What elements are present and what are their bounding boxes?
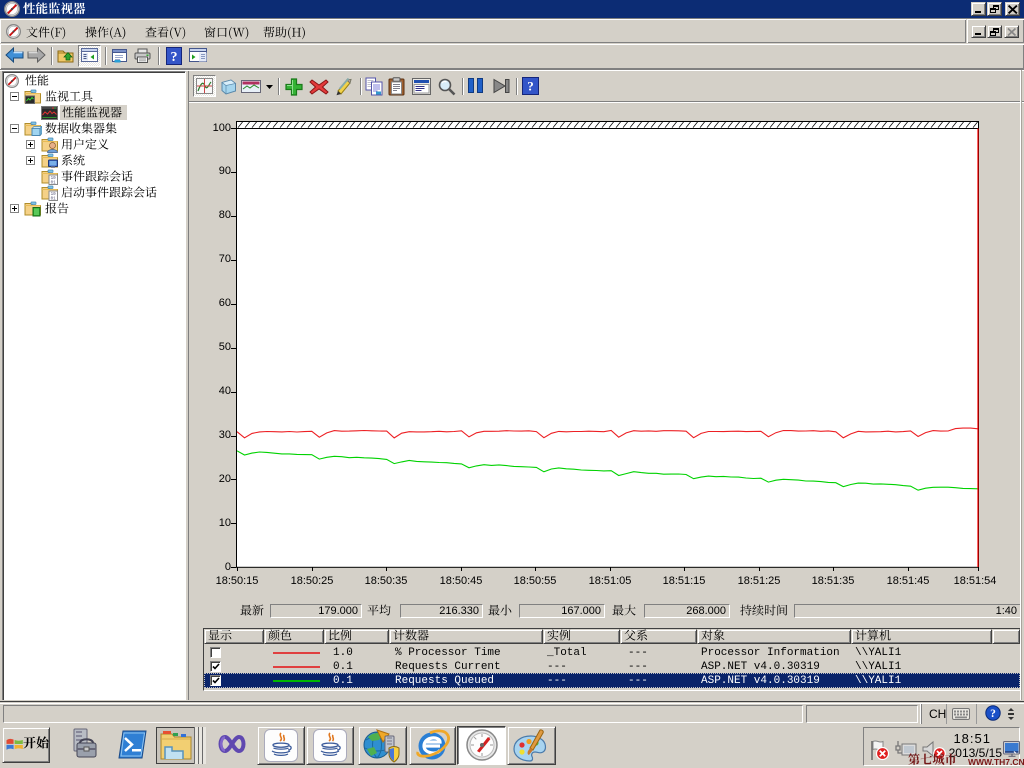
svg-text:?: ? <box>990 708 996 720</box>
svg-text:?: ? <box>527 79 534 94</box>
svg-text:01: 01 <box>51 197 57 201</box>
svg-text:?: ? <box>171 50 178 65</box>
